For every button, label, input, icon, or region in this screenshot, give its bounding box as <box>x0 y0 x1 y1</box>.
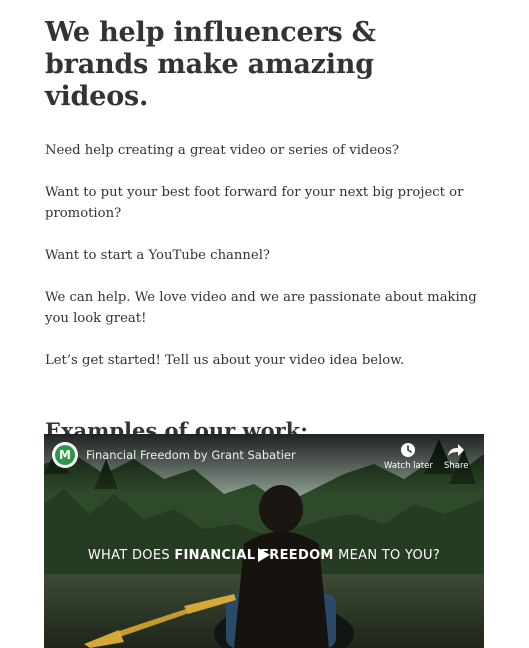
page-heading: We help influencers & brands make amazin… <box>45 17 376 112</box>
intro-paragraph-1: Need help creating a great video or seri… <box>45 143 399 158</box>
clock-icon <box>400 442 416 458</box>
intro-paragraph-5: Let’s get started! Tell us about your vi… <box>45 353 405 368</box>
watch-later-label: Watch later <box>384 461 433 471</box>
play-icon <box>258 547 270 566</box>
video-title-link[interactable]: Financial Freedom by Grant Sabatier <box>86 448 296 462</box>
watch-later-button[interactable]: Watch later <box>384 442 433 471</box>
share-button[interactable]: Share <box>444 442 469 471</box>
intro-paragraph-3: Want to start a YouTube channel? <box>45 248 271 263</box>
channel-logo[interactable]: M <box>52 442 78 468</box>
channel-logo-letter: M <box>55 445 75 465</box>
intro-paragraph-4: We can help. We love video and we are pa… <box>45 290 477 326</box>
caption-start: WHAT DOES <box>87 548 175 563</box>
main-content: We help influencers & brands make amazin… <box>45 0 485 444</box>
share-arrow-icon <box>447 442 465 458</box>
intro-paragraph-2: Want to put your best foot forward for y… <box>45 185 464 221</box>
youtube-video-embed[interactable]: M Financial Freedom by Grant Sabatier Wa… <box>44 434 484 648</box>
caption-end: MEAN TO YOU? <box>333 548 441 563</box>
play-button[interactable] <box>250 546 278 566</box>
share-label: Share <box>444 461 469 471</box>
